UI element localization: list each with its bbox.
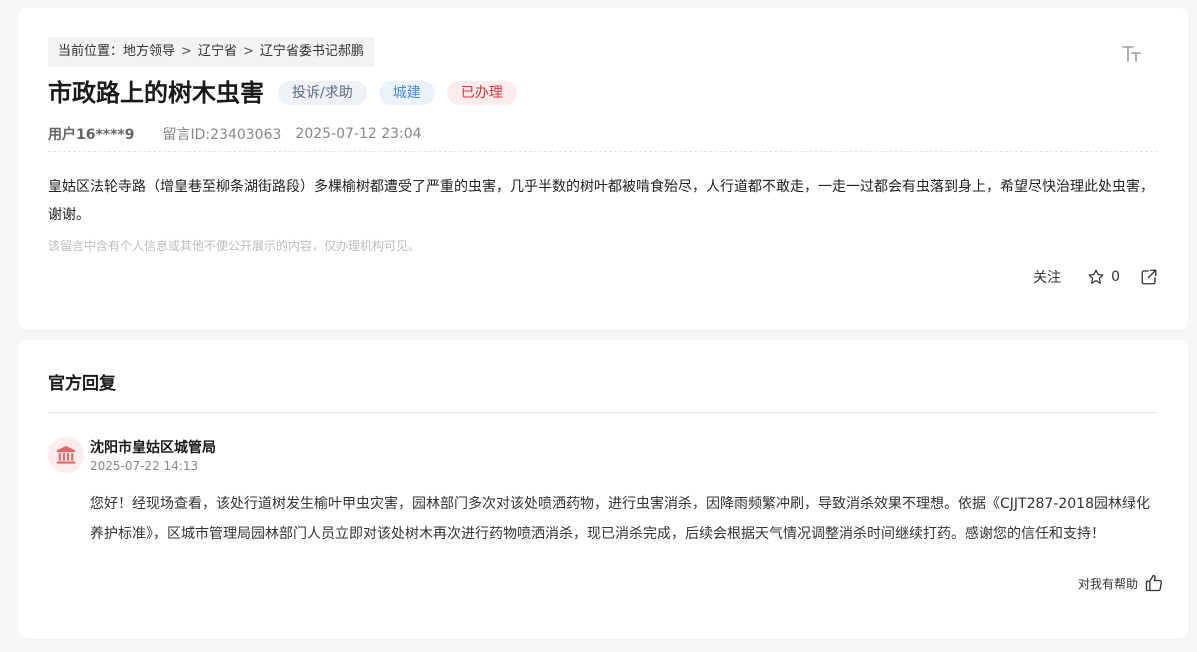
tag-type: 投诉/求助	[278, 81, 367, 105]
star-button[interactable]: 0	[1087, 268, 1120, 286]
avatar	[48, 437, 84, 473]
post-user: 用户16****9	[48, 127, 135, 143]
share-icon	[1141, 269, 1157, 285]
breadcrumb-separator: >	[181, 44, 192, 59]
helpful-button[interactable]: 对我有帮助	[1078, 573, 1164, 593]
post-datetime: 2025-07-12 23:04	[295, 126, 422, 142]
message-card: 当前位置： 地方领导 > 辽宁省 > 辽宁省委书记郝鹏 市政路上的树木虫害 投诉…	[18, 8, 1188, 329]
divider	[48, 151, 1158, 152]
breadcrumb-item-local-leaders[interactable]: 地方领导	[123, 37, 175, 67]
reply-datetime: 2025-07-22 14:13	[90, 459, 199, 473]
message-id: 留言ID:23403063	[162, 127, 282, 143]
breadcrumb-prefix: 当前位置：	[58, 44, 124, 59]
reply-section-title: 官方回复	[48, 374, 116, 394]
divider	[48, 412, 1158, 413]
government-building-icon	[56, 445, 76, 464]
status-badge: 已办理	[446, 81, 517, 105]
post-actions: 关注 0	[1033, 267, 1158, 287]
font-size-icon[interactable]	[1122, 45, 1142, 63]
privacy-note: 该留言中含有个人信息或其他不便公开展示的内容，仅办理机构可见。	[48, 239, 421, 253]
breadcrumb-item-leader[interactable]: 辽宁省委书记郝鹏	[260, 37, 364, 67]
post-content: 皇姑区法轮寺路（增皇巷至柳条湖街路段）多棵榆树都遭受了严重的虫害，几乎半数的树叶…	[48, 179, 1154, 223]
breadcrumb-separator: >	[242, 44, 254, 59]
thumbs-up-icon	[1145, 574, 1163, 592]
tag-category: 城建	[378, 81, 435, 105]
follow-button[interactable]: 关注	[1033, 267, 1061, 287]
post-meta: 用户16****9 留言ID:23403063 2025-07-12 23:04	[48, 124, 422, 144]
page-title: 市政路上的树木虫害	[48, 79, 264, 107]
breadcrumb-item-province[interactable]: 辽宁省	[198, 37, 237, 67]
official-reply-card: 官方回复 沈阳市皇姑区城管局 2025-07-22 14:13 您好！经现场查看…	[18, 340, 1188, 638]
title-row: 市政路上的树木虫害 投诉/求助 城建 已办理	[48, 78, 529, 108]
star-icon	[1088, 269, 1104, 284]
reply-org-name: 沈阳市皇姑区城管局	[90, 440, 216, 456]
reply-content: 您好！经现场查看，该处行道树发生榆叶甲虫灾害，园林部门多次对该处喷洒药物，进行虫…	[90, 496, 1150, 542]
star-count: 0	[1111, 269, 1120, 285]
breadcrumb: 当前位置： 地方领导 > 辽宁省 > 辽宁省委书记郝鹏	[48, 37, 374, 67]
share-button[interactable]	[1140, 268, 1158, 286]
helpful-label: 对我有帮助	[1077, 576, 1138, 591]
